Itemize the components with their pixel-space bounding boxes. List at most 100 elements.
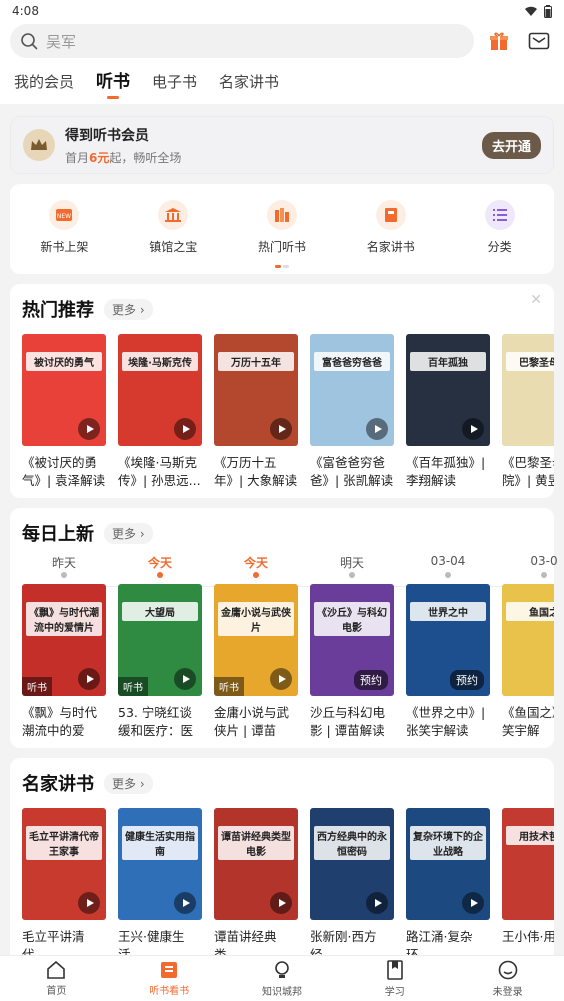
tab-ebooks[interactable]: 电子书 bbox=[152, 71, 197, 104]
book-card[interactable]: 世界之中 预约《世界之中》| 张笑宇解读 bbox=[406, 584, 490, 740]
quick-famous-lectures[interactable]: 名家讲书 bbox=[336, 200, 445, 274]
quick-hot-books[interactable]: 热门听书 bbox=[228, 200, 337, 274]
hot-books: 被讨厌的勇气《被讨厌的勇气》| 袁泽解读 埃隆·马斯克传 《埃隆·马斯克传》| 孙思… bbox=[22, 334, 554, 490]
book-cover[interactable]: 大望局听书 bbox=[118, 584, 202, 696]
play-icon[interactable] bbox=[366, 892, 388, 914]
book-card[interactable]: 巴黎圣母院《巴黎圣母院》| 黄昱 bbox=[502, 334, 554, 490]
crown-icon bbox=[23, 129, 55, 161]
tab-famous-lectures[interactable]: 名家讲书 bbox=[219, 71, 279, 104]
play-icon[interactable] bbox=[270, 668, 292, 690]
book-badge: 听书 bbox=[118, 677, 148, 696]
book-card[interactable]: 埃隆·马斯克传 《埃隆·马斯克传》| 孙思远... bbox=[118, 334, 202, 490]
book-cover[interactable]: 巴黎圣母院 bbox=[502, 334, 554, 446]
activate-button[interactable]: 去开通 bbox=[481, 131, 541, 159]
gift-button[interactable] bbox=[484, 26, 514, 56]
famous-section: 名家讲书 更多 › 毛立平讲清代帝王家事毛立平讲清代...健康生活实用指南王兴·… bbox=[10, 758, 554, 972]
nav-study[interactable]: 学习 bbox=[338, 956, 451, 1001]
book-cover[interactable]: 被讨厌的勇气 bbox=[22, 334, 106, 446]
book-card[interactable]: 西方经典中的永恒密码张新刚·西方经... bbox=[310, 808, 394, 964]
status-time: 4:08 bbox=[12, 4, 39, 18]
book-card[interactable]: 复杂环境下的企业战略路江涌·复杂环... bbox=[406, 808, 490, 964]
play-icon[interactable] bbox=[366, 418, 388, 440]
timeline-day: 03-04 bbox=[406, 554, 490, 580]
cover-title: 复杂环境下的企业战略 bbox=[410, 826, 486, 860]
play-icon[interactable] bbox=[78, 892, 100, 914]
book-card[interactable]: 万历十五年 《万历十五年》| 大象解读 bbox=[214, 334, 298, 490]
book-cover[interactable]: 谭苗讲经典类型电影 bbox=[214, 808, 298, 920]
hot-title: 热门推荐 bbox=[22, 300, 94, 321]
book-title: 《被讨厌的勇气》| 袁泽解读 bbox=[22, 455, 106, 488]
close-icon[interactable]: ✕ bbox=[530, 292, 542, 308]
book-card[interactable]: 富爸爸穷爸爸《富爸爸穷爸爸》| 张凯解读 bbox=[310, 334, 394, 490]
play-icon[interactable] bbox=[174, 418, 196, 440]
cover-title: 大望局 bbox=[122, 602, 198, 621]
book-title: 《世界之中》| 张笑宇解读 bbox=[406, 705, 486, 738]
cover-title: 世界之中 bbox=[410, 602, 486, 621]
cover-title: 金庸小说与武侠片 bbox=[218, 602, 294, 636]
daily-section: 每日上新 更多 › 昨天 今天 今天 明天 03-04 03-0 《飘》与时代潮流中的爱情… bbox=[10, 508, 558, 748]
play-icon[interactable] bbox=[462, 418, 484, 440]
book-title: 沙丘与科幻电影 | 谭苗解读 bbox=[310, 705, 386, 738]
play-icon[interactable] bbox=[174, 892, 196, 914]
status-bar: 4:08 bbox=[0, 0, 564, 22]
book-cover[interactable]: 鱼国之预 bbox=[502, 584, 554, 696]
book-cover[interactable]: 百年孤独 bbox=[406, 334, 490, 446]
book-cover[interactable]: 金庸小说与武侠片听书 bbox=[214, 584, 298, 696]
tab-my-membership[interactable]: 我的会员 bbox=[14, 71, 74, 104]
quick-categories[interactable]: 分类 bbox=[445, 200, 554, 274]
quick-new-books[interactable]: NEW 新书上架 bbox=[10, 200, 119, 274]
book-cover[interactable]: 《飘》与时代潮流中的爱情片 听书 bbox=[22, 584, 106, 696]
membership-banner[interactable]: 得到听书会员 首月6元起，畅听全场 去开通 bbox=[10, 116, 554, 174]
book-cover[interactable]: 健康生活实用指南 bbox=[118, 808, 202, 920]
book-cover[interactable]: 用技术哲学 bbox=[502, 808, 554, 920]
nav-home[interactable]: 首页 bbox=[0, 956, 113, 1001]
play-icon[interactable] bbox=[78, 668, 100, 690]
book-badge: 听书 bbox=[214, 677, 244, 696]
book-card[interactable]: 用技术哲学王小伟·用... bbox=[502, 808, 554, 964]
book-card[interactable]: 金庸小说与武侠片听书金庸小说与武侠片 | 谭苗解... bbox=[214, 584, 298, 740]
nav-profile[interactable]: 未登录 bbox=[451, 956, 564, 1001]
user-icon bbox=[498, 960, 517, 979]
book-cover[interactable]: 万历十五年 bbox=[214, 334, 298, 446]
quick-treasures[interactable]: 镇馆之宝 bbox=[119, 200, 228, 274]
book-cover[interactable]: 埃隆·马斯克传 bbox=[118, 334, 202, 446]
book-card[interactable]: 健康生活实用指南王兴·健康生活... bbox=[118, 808, 202, 964]
museum-icon bbox=[158, 200, 189, 230]
daily-title: 每日上新 bbox=[22, 524, 94, 545]
book-cover[interactable]: 世界之中 预约 bbox=[406, 584, 490, 696]
book-cover[interactable]: 毛立平讲清代帝王家事 bbox=[22, 808, 106, 920]
cover-title: 百年孤独 bbox=[410, 352, 486, 371]
book-cover[interactable]: 《沙丘》与科幻电影 预约 bbox=[310, 584, 394, 696]
play-icon[interactable] bbox=[270, 418, 292, 440]
top-bar: 吴军 bbox=[0, 22, 564, 60]
hot-more-button[interactable]: 更多 › bbox=[104, 298, 153, 320]
mail-button[interactable] bbox=[524, 26, 554, 56]
play-icon[interactable] bbox=[78, 418, 100, 440]
book-card[interactable]: 毛立平讲清代帝王家事毛立平讲清代... bbox=[22, 808, 106, 964]
tab-audiobooks[interactable]: 听书 bbox=[96, 67, 130, 104]
book-cover[interactable]: 西方经典中的永恒密码 bbox=[310, 808, 394, 920]
play-icon[interactable] bbox=[270, 892, 292, 914]
book-cover[interactable]: 复杂环境下的企业战略 bbox=[406, 808, 490, 920]
book-card[interactable]: 《沙丘》与科幻电影 预约沙丘与科幻电影 | 谭苗解读 bbox=[310, 584, 394, 740]
book-card[interactable]: 鱼国之预《鱼国之》| 张笑宇解 bbox=[502, 584, 554, 740]
book-title: 《富爸爸穷爸爸》| 张凯解读 bbox=[310, 455, 394, 488]
book-card[interactable]: 被讨厌的勇气《被讨厌的勇气》| 袁泽解读 bbox=[22, 334, 106, 490]
daily-more-button[interactable]: 更多 › bbox=[104, 522, 153, 544]
book-title: 《巴黎圣母院》| 黄昱 bbox=[502, 455, 554, 488]
famous-more-button[interactable]: 更多 › bbox=[104, 772, 153, 794]
cover-title: 健康生活实用指南 bbox=[122, 826, 198, 860]
book-cover[interactable]: 富爸爸穷爸爸 bbox=[310, 334, 394, 446]
timeline-day: 明天 bbox=[310, 554, 394, 580]
play-icon[interactable] bbox=[174, 668, 196, 690]
nav-books[interactable]: 听书看书 bbox=[113, 956, 226, 1001]
play-icon[interactable] bbox=[462, 892, 484, 914]
book-card[interactable]: 谭苗讲经典类型电影谭苗讲经典类... bbox=[214, 808, 298, 964]
search-input[interactable]: 吴军 bbox=[10, 24, 474, 58]
book-card[interactable]: 百年孤独 《百年孤独》| 李翔解读 bbox=[406, 334, 490, 490]
nav-knowledge[interactable]: 知识城邦 bbox=[226, 956, 339, 1001]
svg-text:NEW: NEW bbox=[57, 213, 71, 220]
cover-title: 万历十五年 bbox=[218, 352, 294, 371]
book-card[interactable]: 《飘》与时代潮流中的爱情片听书《飘》与时代潮流中的爱情... bbox=[22, 584, 106, 740]
book-card[interactable]: 大望局听书 53. 宁晓红谈缓和医疗：医学... bbox=[118, 584, 202, 740]
